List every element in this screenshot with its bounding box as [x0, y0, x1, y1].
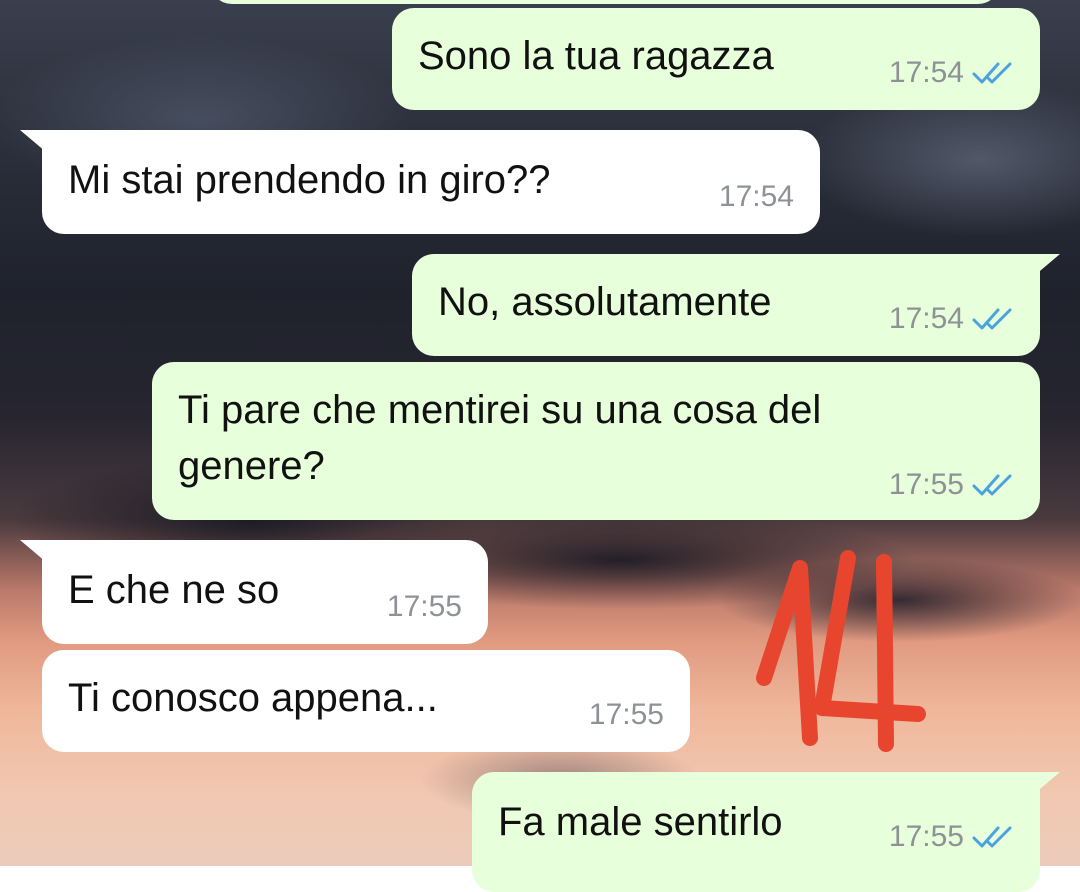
message-meta: 17:54: [889, 302, 1016, 336]
message-meta: 17:54: [719, 180, 794, 214]
message-meta: 17:55: [387, 590, 462, 624]
message-bubble-incoming[interactable]: E che ne so 17:55: [42, 540, 488, 644]
message-bubble-outgoing[interactable]: Sono la tua ragazza 17:54: [392, 8, 1040, 110]
message-text: Sono la tua ragazza: [418, 34, 774, 78]
message-time: 17:55: [888, 468, 964, 501]
message-text: Fa male sentirlo: [498, 800, 783, 844]
message-time: 17:55: [588, 698, 664, 731]
message-text: E che ne so: [68, 568, 280, 612]
message-bubble-incoming[interactable]: Mi stai prendendo in giro?? 17:54: [42, 130, 820, 234]
double-check-read-icon: [972, 472, 1016, 498]
message-time: 17:55: [386, 590, 462, 623]
handwritten-number-overlay: [748, 538, 928, 758]
message-time: 17:54: [888, 56, 964, 89]
double-check-read-icon: [972, 306, 1016, 332]
message-bubble-outgoing[interactable]: Ti pare che mentirei su una cosa del gen…: [152, 362, 1040, 520]
message-meta: 17:55: [589, 698, 664, 732]
message-time: 17:54: [888, 302, 964, 335]
message-time: 17:55: [888, 820, 964, 853]
message-time: 17:54: [718, 180, 794, 213]
message-meta: 17:54: [889, 56, 1016, 90]
message-bubble-outgoing[interactable]: No, assolutamente 17:54: [412, 254, 1040, 356]
message-meta: 17:55: [889, 820, 1016, 854]
double-check-read-icon: [972, 60, 1016, 86]
double-check-read-icon: [972, 824, 1016, 850]
message-bubble-incoming[interactable]: Ti conosco appena... 17:55: [42, 650, 690, 752]
message-text: Mi stai prendendo in giro??: [68, 158, 551, 202]
message-meta: 17:55: [889, 468, 1016, 502]
message-text: Ti pare che mentirei su una cosa del gen…: [178, 388, 822, 488]
message-text: Ti conosco appena...: [68, 676, 438, 720]
message-bubble-outgoing[interactable]: Fa male sentirlo 17:55: [472, 772, 1040, 892]
message-text: No, assolutamente: [438, 280, 772, 324]
message-bubble-partial: [210, 0, 1000, 4]
